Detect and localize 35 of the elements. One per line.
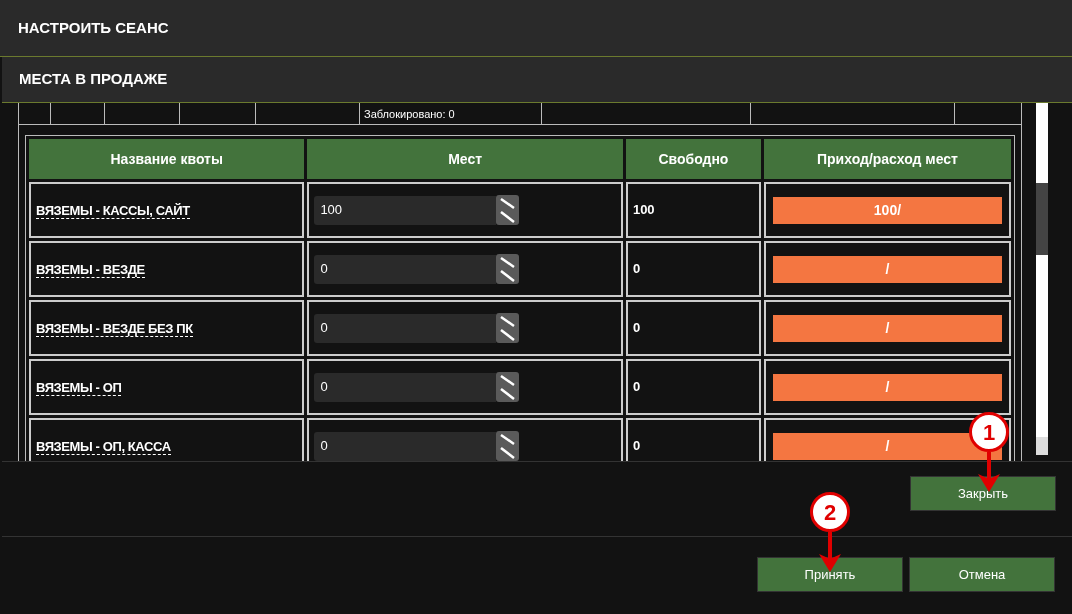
seats-input[interactable]: 0 (314, 431, 497, 461)
column-header: Свободно (625, 139, 761, 179)
column-header: Приход/расход мест (763, 139, 1011, 179)
quota-name-link[interactable]: ВЯЗЕМЫ - ОП, КАССА (36, 439, 171, 455)
flow-bar: 100/ (772, 196, 1002, 224)
arrow-icon (817, 532, 843, 572)
flow-bar: / (772, 255, 1002, 283)
seats-input[interactable]: 0 (314, 254, 497, 284)
free-cell: 0 (625, 418, 761, 461)
quota-name-link[interactable]: ВЯЗЕМЫ - ВЕЗДЕ БЕЗ ПК (36, 321, 193, 337)
spinner-icon[interactable] (496, 372, 520, 402)
quota-name-link[interactable]: ВЯЗЕМЫ - ВЕЗДЕ (36, 262, 145, 278)
free-cell: 100 (625, 182, 761, 238)
flow-bar: / (772, 314, 1002, 342)
spinner-icon[interactable] (496, 313, 520, 343)
window-title: НАСТРОИТЬ СЕАНС (18, 17, 169, 38)
flow-bar: / (772, 373, 1002, 401)
column-header: Мест (307, 139, 623, 179)
cancel-button[interactable]: Отмена (909, 557, 1055, 592)
seats-input[interactable]: 100 (314, 195, 497, 225)
dialog-title: МЕСТА В ПРОДАЖЕ (19, 69, 168, 90)
accept-button[interactable]: Принять (757, 557, 903, 592)
free-cell: 0 (625, 300, 761, 356)
seats-input[interactable]: 0 (314, 313, 497, 343)
quota-name-link[interactable]: ВЯЗЕМЫ - ОП (36, 380, 122, 396)
spinner-icon[interactable] (496, 195, 520, 225)
free-cell: 0 (625, 241, 761, 297)
spinner-icon[interactable] (496, 254, 520, 284)
quota-name-link[interactable]: ВЯЗЕМЫ - КАССЫ, САЙТ (36, 203, 190, 219)
spinner-icon[interactable] (496, 431, 520, 461)
column-header: Название квоты (29, 139, 305, 179)
close-button[interactable]: Закрыть (910, 476, 1056, 511)
seats-input[interactable]: 0 (314, 372, 497, 402)
free-cell: 0 (625, 359, 761, 415)
blocked-count: Заблокировано: 0 (364, 106, 455, 121)
